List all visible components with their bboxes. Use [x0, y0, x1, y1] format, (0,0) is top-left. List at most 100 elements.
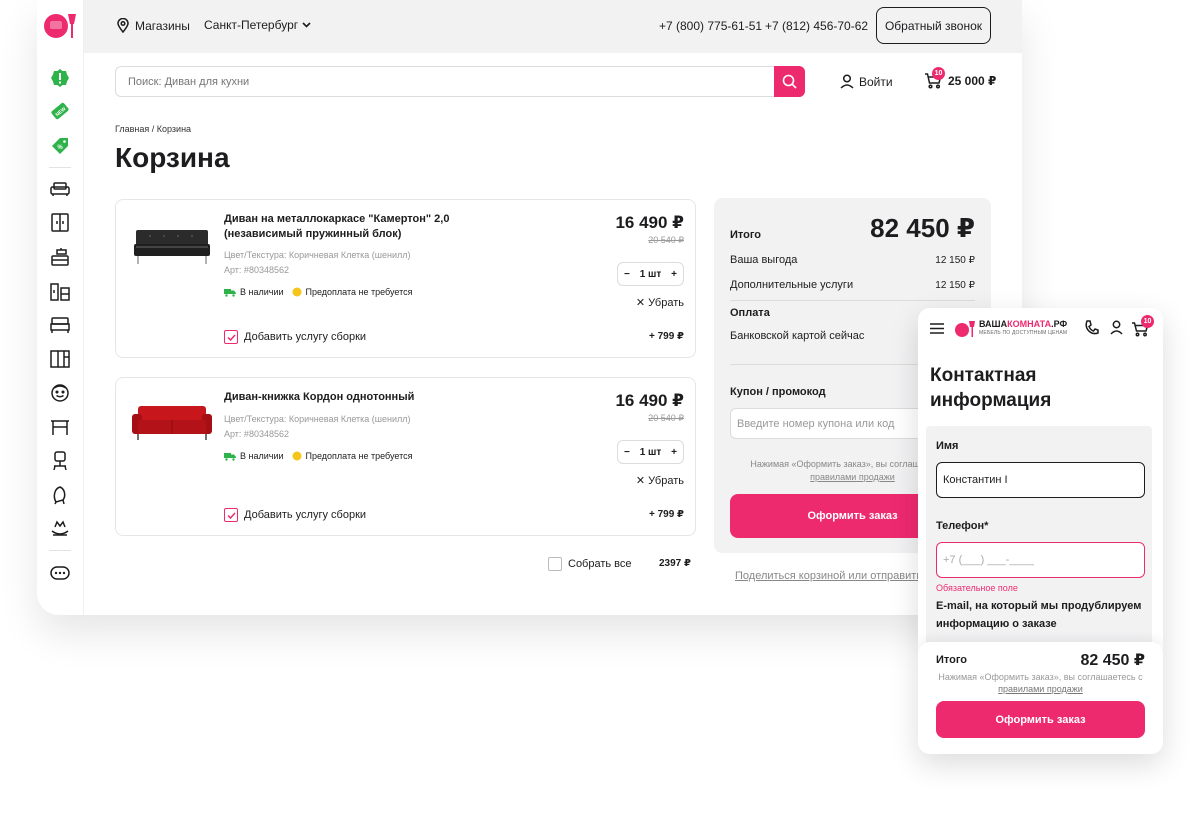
cart-item: Диван-книжка Кордон однотонный 16 490 ₽ … [115, 377, 696, 536]
logo-text[interactable]: ВАШАКОМНАТА.РФ [979, 319, 1067, 329]
stores-link[interactable]: Магазины [117, 18, 190, 33]
services-value: 12 150 ₽ [935, 280, 975, 291]
remove-button[interactable]: ✕ Убрать [636, 296, 684, 309]
quantity-stepper[interactable]: − 1 шт + [617, 440, 684, 464]
user-icon [840, 74, 854, 89]
savings-value: 12 150 ₽ [935, 255, 975, 266]
truck-icon [224, 288, 236, 297]
discount-tag-icon[interactable]: % [49, 135, 71, 157]
login-link[interactable]: Войти [840, 74, 893, 89]
total-value: 82 450 ₽ [1080, 652, 1145, 669]
total-label: Итого [936, 654, 968, 666]
coin-icon [292, 287, 302, 297]
logo-tagline: МЕБЕЛЬ ПО ДОСТУПНЫМ ЦЕНАМ [979, 330, 1068, 336]
stock-label: В наличии [240, 451, 284, 461]
menu-icon[interactable] [930, 323, 944, 334]
assembly-checkbox[interactable] [224, 508, 238, 522]
assembly-checkbox[interactable] [224, 330, 238, 344]
phone-link-1[interactable]: +7 (800) 775-61-51 [659, 19, 762, 33]
services-label: Дополнительные услуги [730, 279, 854, 291]
assembly-option[interactable]: Добавить услугу сборки [224, 330, 366, 344]
wardrobe-icon[interactable] [49, 212, 71, 234]
search-bar [115, 66, 805, 97]
table-icon[interactable] [49, 416, 71, 438]
decrease-button[interactable]: − [624, 269, 630, 280]
remove-button[interactable]: ✕ Убрать [636, 474, 684, 487]
quantity-value: 1 шт [639, 446, 662, 458]
sofa-icon[interactable] [49, 178, 71, 200]
phone-label: Телефон* [936, 520, 989, 532]
decor-icon[interactable] [49, 518, 71, 540]
terms-link[interactable]: правилами продажи [998, 684, 1083, 694]
increase-button[interactable]: + [671, 269, 677, 280]
check-icon [226, 511, 236, 519]
terms-link[interactable]: правилами продажи [810, 472, 895, 482]
contact-form: Имя Константин I Телефон* +7 (___) ___-_… [926, 426, 1152, 656]
increase-button[interactable]: + [671, 447, 677, 458]
terms-note: Нажимая «Оформить заказ», вы соглашаетес… [932, 671, 1149, 695]
location-pin-icon [117, 18, 129, 33]
kids-icon[interactable] [49, 382, 71, 404]
product-color: Цвет/Текстура: Коричневая Клетка (шенилл… [224, 250, 411, 260]
collect-all-label: Собрать все [568, 558, 632, 570]
product-name[interactable]: Диван на металлокаркасе "Камертон" 2,0 (… [224, 212, 474, 242]
sidebar-divider [49, 167, 71, 168]
office-chair-icon[interactable] [49, 450, 71, 472]
city-selector[interactable]: Санкт-Петербург [204, 18, 311, 32]
cabinet-icon[interactable] [49, 348, 71, 370]
truck-icon [224, 452, 236, 461]
kitchen-icon[interactable] [49, 246, 71, 268]
page-title: Корзина [115, 142, 230, 173]
product-image[interactable] [130, 222, 214, 270]
user-icon[interactable] [1110, 320, 1123, 335]
terms-text: Нажимая «Оформить заказ», вы соглашаетес… [938, 672, 1143, 682]
name-field[interactable]: Константин I [936, 462, 1145, 498]
product-price: 16 490 ₽ [615, 213, 684, 232]
phone-field[interactable]: +7 (___) ___-____ [936, 542, 1145, 578]
alert-icon[interactable] [49, 67, 71, 89]
cart-count-badge: 10 [1141, 315, 1154, 328]
bed-icon[interactable] [49, 314, 71, 336]
payment-title: Оплата [730, 307, 770, 319]
more-icon[interactable] [49, 562, 71, 584]
total-label: Итого [730, 229, 762, 241]
payment-method[interactable]: Банковской картой сейчас [730, 330, 864, 342]
armchair-icon[interactable] [49, 484, 71, 506]
collect-all-checkbox[interactable] [548, 557, 562, 571]
divider [730, 300, 975, 301]
callback-button[interactable]: Обратный звонок [876, 7, 991, 44]
search-input[interactable] [116, 67, 774, 96]
city-label: Санкт-Петербург [204, 18, 299, 32]
product-old-price: 20 540 ₽ [648, 413, 684, 423]
category-sidebar: NEW % [37, 0, 84, 615]
svg-text:%: % [57, 145, 63, 151]
search-icon [782, 74, 797, 89]
assembly-price: + 799 ₽ [648, 509, 684, 520]
search-button[interactable] [774, 66, 805, 97]
mobile-header: ВАШАКОМНАТА.РФ МЕБЕЛЬ ПО ДОСТУПНЫМ ЦЕНАМ… [918, 308, 1163, 352]
coupon-title: Купон / промокод [730, 386, 826, 398]
assembly-label: Добавить услугу сборки [244, 509, 367, 521]
product-article: Арт: #80348562 [224, 429, 289, 439]
product-article: Арт: #80348562 [224, 265, 289, 275]
cart-item: Диван на металлокаркасе "Камертон" 2,0 (… [115, 199, 696, 358]
assembly-option[interactable]: Добавить услугу сборки [224, 508, 366, 522]
product-name[interactable]: Диван-книжка Кордон однотонный [224, 390, 474, 405]
breadcrumb[interactable]: Главная / Корзина [115, 124, 191, 134]
logo-icon[interactable] [954, 319, 976, 339]
sidebar-divider [49, 550, 71, 551]
logo-icon[interactable] [42, 10, 78, 40]
phone-link-2[interactable]: +7 (812) 456-70-62 [765, 19, 868, 33]
collect-all-option[interactable]: Собрать все [548, 557, 632, 571]
quantity-stepper[interactable]: − 1 шт + [617, 262, 684, 286]
name-label: Имя [936, 440, 959, 452]
new-badge-icon[interactable]: NEW [49, 100, 71, 122]
coin-icon [292, 451, 302, 461]
cart-count-badge: 10 [932, 67, 945, 80]
product-image[interactable] [130, 400, 214, 448]
decrease-button[interactable]: − [624, 447, 630, 458]
shelving-icon[interactable] [49, 281, 71, 303]
cart-button[interactable]: 25 000 ₽ 10 [924, 67, 996, 89]
phone-icon[interactable] [1085, 320, 1099, 335]
place-order-button[interactable]: Оформить заказ [936, 701, 1145, 738]
